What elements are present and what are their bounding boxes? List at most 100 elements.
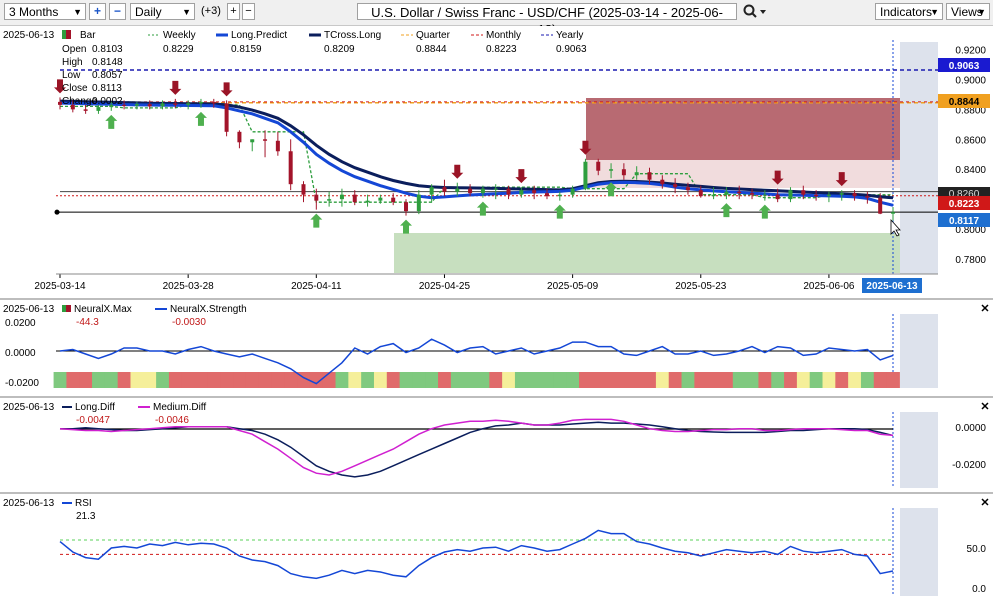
chevron-down-icon: ▼ [73,7,82,17]
neural-pane[interactable]: 0.0200 0.0000 -0.0200 2025-06-13 NeuralX.M… [0,300,993,396]
neural-tick-label: 0.0000 [5,348,36,359]
rsi-label: RSI [75,498,92,509]
toolbar: 3 Months ▼ + − Daily ▼ (+3) + − U.S. Dol… [0,0,993,37]
candle-body [878,197,883,214]
signal-bar-segment [335,372,349,388]
signal-bar-segment [79,372,93,388]
rsi-pane[interactable]: 50.0 0.0 2025-06-13 RSI 21.3 ✕ [0,494,993,597]
future-zone [900,508,938,596]
diff-pane[interactable]: 0.0000 -0.0200 2025-06-13 Long.Diff -0.00… [0,398,993,492]
signal-bar-segment [835,372,849,388]
signal-bar-segment [579,372,593,388]
range-select[interactable]: 3 Months ▼ [4,3,86,20]
interval-value: Daily [135,5,162,19]
legend-weekly-value: 0.8229 [163,44,194,55]
signal-bar-segment [233,372,247,388]
legend-yearly-value: 0.9063 [556,44,587,55]
interval-select[interactable]: Daily ▼ [130,3,195,20]
neural-tick-label: 0.0200 [5,318,36,329]
candle-body [634,172,639,176]
legend-close-value: 0.8113 [92,83,122,94]
rsi-chart[interactable]: 50.0 0.0 2025-06-13 RSI 21.3 ✕ [0,494,993,597]
signal-bar-segment [822,372,836,388]
signal-bar-segment [502,372,516,388]
candle-body [519,190,524,195]
candle-body [596,161,601,171]
candle-body [814,194,819,197]
signal-bar-segment [643,372,657,388]
indicators-label: Indicators [880,5,933,19]
add-button[interactable]: + [227,3,240,20]
candle-body [416,194,421,212]
signal-bar-segment [489,372,503,388]
signal-bar-segment [322,372,337,388]
medium-diff-value: -0.0046 [155,415,189,426]
candle-body [724,191,729,195]
neural-strength-value: -0.0030 [172,317,206,328]
candle-body [685,187,690,191]
neural-date: 2025-06-13 [3,304,55,315]
buy-arrow-icon [310,213,323,228]
candle-body [455,188,460,192]
neural-chart[interactable]: 0.0200 0.0000 -0.0200 2025-06-13 NeuralX.M… [0,300,993,396]
candle-body [173,103,178,105]
signal-bar-segment [117,372,131,388]
candle-body [557,194,562,197]
search-button[interactable] [742,3,768,26]
signal-bar-segment [514,372,529,388]
current-date-value: 2025-06-13 [866,281,918,292]
close-icon[interactable]: ✕ [980,401,989,413]
signal-bar-segment [284,372,298,388]
remove-button[interactable]: − [242,3,255,20]
last-price-badge-value: 0.8117 [949,216,979,227]
price-tick-label: 0.9200 [955,45,986,56]
buy-arrow-icon [400,219,413,234]
signal-bar-segment [719,372,734,388]
legend-open-label: Open [62,44,86,55]
signal-bar-segment [438,372,452,388]
signal-bar-segment [886,372,900,388]
signal-bar-segment [476,372,490,388]
yearly-badge-value: 0.9063 [949,61,980,72]
candle-body [275,140,280,152]
candle-body [506,188,511,195]
signal-bar-segment [873,372,888,388]
left-marker-dot [54,209,60,215]
candle-body [224,103,229,132]
candle-body [429,187,434,195]
diff-tick-label: -0.0200 [952,460,986,471]
candle-body [96,107,101,111]
signal-bar-segment [450,372,465,388]
indicators-button[interactable]: Indicators ▼ [875,3,943,20]
minus-icon: − [245,5,252,17]
price-chart[interactable]: 0.92000.90000.88000.86000.84000.82000.80… [0,26,993,298]
close-icon[interactable]: ✕ [980,497,989,509]
zoom-out-button[interactable]: − [109,3,126,20]
sell-arrow-icon [169,80,182,95]
zoom-in-button[interactable]: + [89,3,106,20]
candle-body [673,184,678,188]
buy-arrow-icon [476,201,489,216]
diff-chart[interactable]: 0.0000 -0.0200 2025-06-13 Long.Diff -0.00… [0,398,993,492]
symbol-title[interactable]: U.S. Dollar / Swiss Franc - USD/CHF (202… [357,3,737,37]
candle-body [532,190,537,194]
legend-close-label: Close [62,83,88,94]
rsi-value: 21.3 [76,511,96,522]
candle-body [339,194,344,200]
candle-body [750,193,755,195]
signal-bar-segment [220,372,234,388]
buy-arrow-icon [553,204,566,219]
price-pane[interactable]: 0.92000.90000.88000.86000.84000.82000.80… [0,26,993,298]
sell-arrow-icon [220,82,233,97]
long-diff-label: Long.Diff [75,402,115,413]
chevron-down-icon: ▼ [930,7,939,17]
candle-body [480,188,485,194]
candle-body [621,169,626,176]
signal-bar-segment [758,372,772,388]
legend-high-value: 0.8148 [92,57,123,68]
candle-body [391,197,396,203]
views-button[interactable]: Views ▼ [946,3,990,20]
candle-body [160,103,165,107]
plus-count: (+3) [201,5,221,17]
close-icon[interactable]: ✕ [980,303,989,315]
